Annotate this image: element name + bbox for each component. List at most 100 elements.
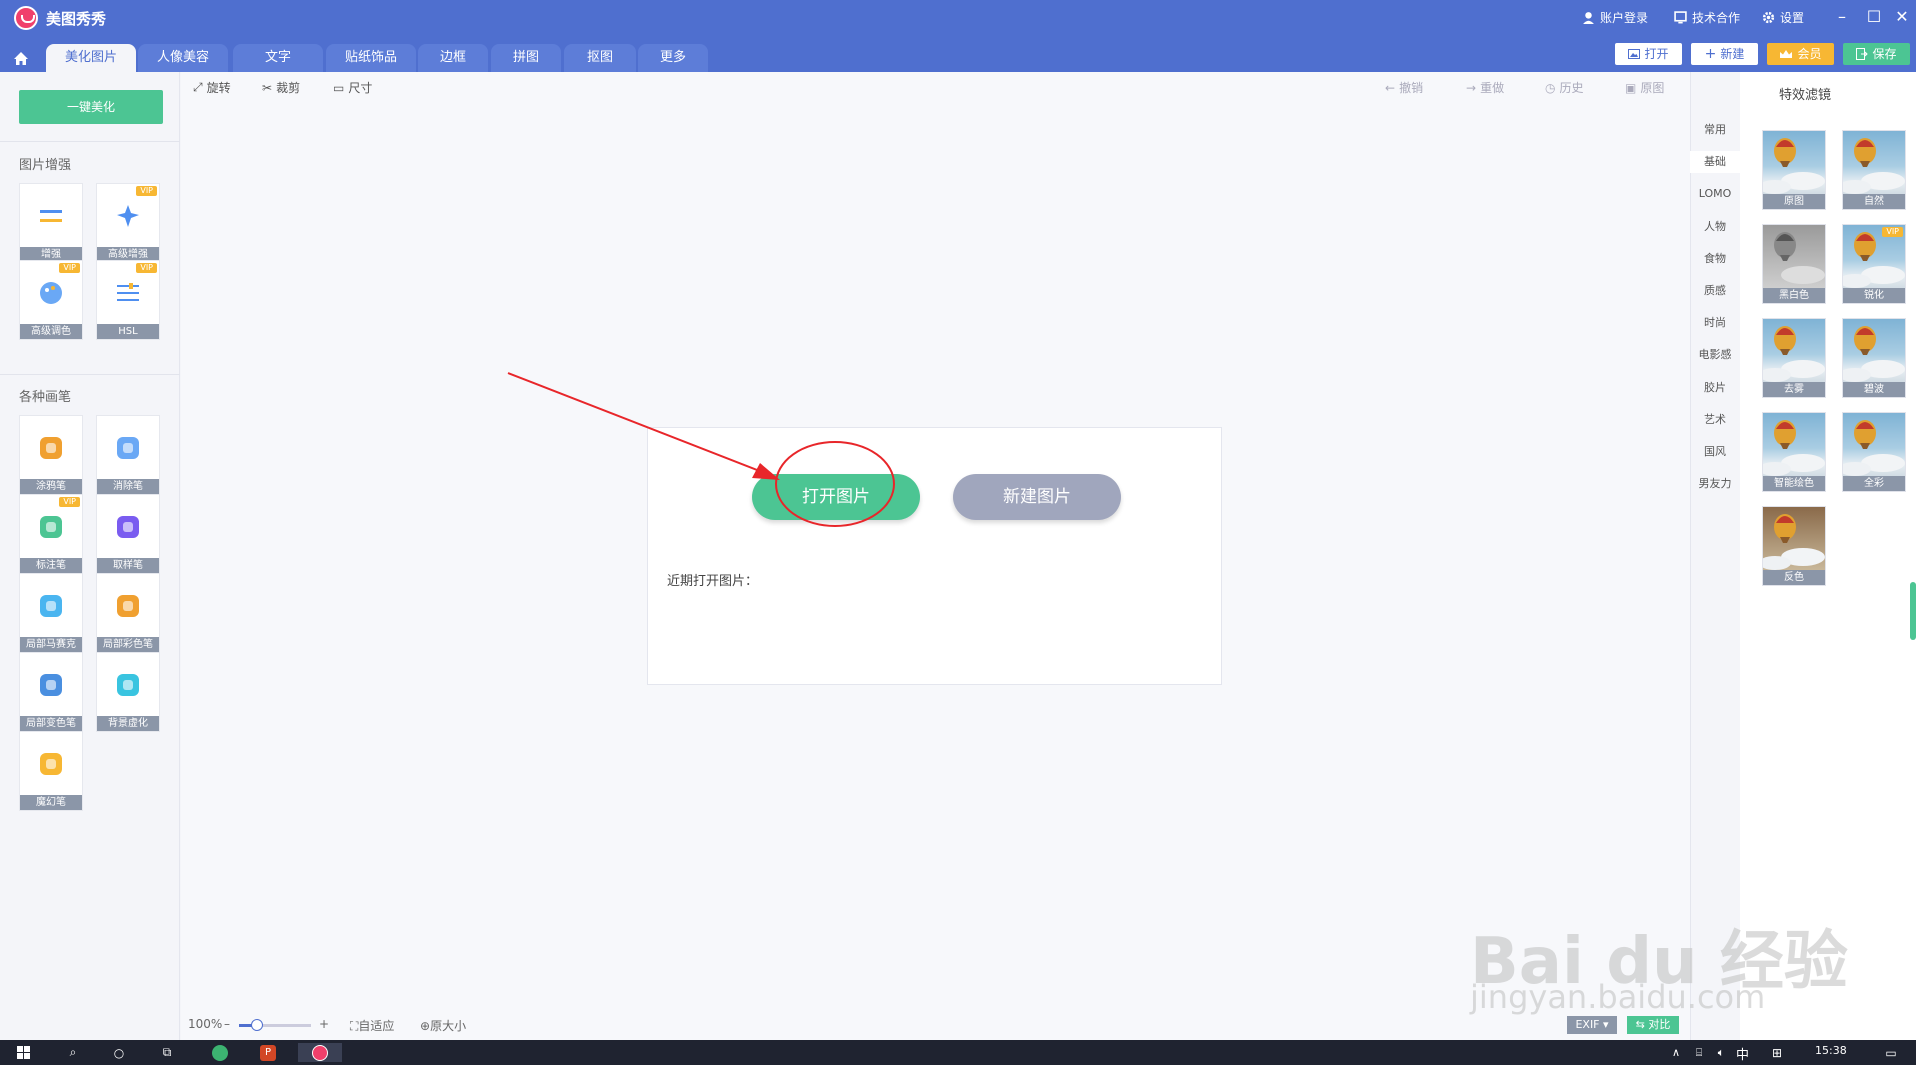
notification-icon[interactable]: ▭ <box>1880 1043 1902 1062</box>
brush-tool-2[interactable]: VIP 标注笔 <box>19 494 83 574</box>
brush-tool-4-icon <box>20 574 82 638</box>
header-vip-button[interactable]: 会员 <box>1767 43 1834 65</box>
filter-category-8[interactable]: 胶片 <box>1690 377 1740 399</box>
filter-category-6[interactable]: 时尚 <box>1690 312 1740 334</box>
enhance-tool-2[interactable]: VIP 高级调色 <box>19 260 83 340</box>
fit-button[interactable]: ⛶自适应 <box>350 1017 394 1034</box>
brush-tool-4[interactable]: 局部马赛克 <box>19 573 83 653</box>
filter-thumb-6[interactable]: 智能绘色 <box>1762 412 1826 492</box>
enhance-tool-0-icon <box>20 184 82 248</box>
filter-category-7[interactable]: 电影感 <box>1690 344 1740 366</box>
one-key-beautify-button[interactable]: 一键美化 <box>19 90 163 124</box>
tech-cooperation-link[interactable]: 技术合作 <box>1674 9 1740 26</box>
open-image-button[interactable]: 打开图片 <box>752 474 920 520</box>
enhance-tool-label: 高级调色 <box>20 324 82 339</box>
tab-text[interactable]: 文字 <box>233 44 323 72</box>
filter-category-9[interactable]: 艺术 <box>1690 409 1740 431</box>
filter-thumb-1[interactable]: 自然 <box>1842 130 1906 210</box>
resize-button[interactable]: ▭ 尺寸 <box>333 79 372 96</box>
filter-label: 黑白色 <box>1763 288 1825 303</box>
zoom-slider-knob[interactable] <box>251 1019 263 1031</box>
filter-category-1[interactable]: 基础 <box>1690 151 1740 174</box>
fit-label: 自适应 <box>358 1019 395 1033</box>
close-icon[interactable]: ✕ <box>1890 6 1914 28</box>
brush-tool-label: 局部彩色笔 <box>97 637 159 652</box>
crown-icon <box>1780 50 1793 58</box>
filter-category-0[interactable]: 常用 <box>1690 119 1740 141</box>
actual-size-button[interactable]: ⊕原大小 <box>420 1017 466 1034</box>
minimize-icon[interactable]: – <box>1830 6 1854 28</box>
filter-category-10[interactable]: 国风 <box>1690 441 1740 463</box>
windows-taskbar: ⌕ ○ ⧉ P ∧ ⌸ 🔈︎ 中 ⊞ 15:38 ▭ <box>0 1040 1916 1065</box>
powerpoint-app-icon[interactable]: P <box>256 1043 280 1062</box>
windows-start-icon[interactable] <box>14 1043 34 1062</box>
search-icon[interactable]: ⌕ <box>62 1043 84 1062</box>
tab-beautify[interactable]: 美化图片 <box>46 44 136 72</box>
filter-label: 自然 <box>1843 194 1905 209</box>
filter-thumb-8[interactable]: 反色 <box>1762 506 1826 586</box>
browser-app-icon[interactable] <box>208 1043 232 1062</box>
enhance-tool-label: HSL <box>97 324 159 339</box>
filter-category-11[interactable]: 男友力 <box>1690 473 1740 495</box>
account-login-link[interactable]: 账户登录 <box>1582 9 1648 26</box>
tab-cutout[interactable]: 抠图 <box>564 44 636 72</box>
zoom-out-button[interactable]: – <box>224 1017 230 1031</box>
filter-category-3[interactable]: 人物 <box>1690 216 1740 238</box>
filter-thumb-7[interactable]: 全彩 <box>1842 412 1906 492</box>
filter-thumb-2[interactable]: 黑白色 <box>1762 224 1826 304</box>
brush-tool-3[interactable]: 取样笔 <box>96 494 160 574</box>
header-new-button[interactable]: + 新建 <box>1691 43 1758 65</box>
windows-logo-icon <box>17 1045 30 1059</box>
history-button[interactable]: ◷ 历史 <box>1545 79 1584 96</box>
tab-collage[interactable]: 拼图 <box>491 44 561 72</box>
crop-button[interactable]: ✂ 裁剪 <box>262 79 300 96</box>
filter-category-4[interactable]: 食物 <box>1690 248 1740 270</box>
meitu-app-icon[interactable] <box>298 1043 342 1062</box>
keyboard-icon[interactable]: ⊞ <box>1766 1043 1788 1062</box>
tab-stickers[interactable]: 贴纸饰品 <box>326 44 416 72</box>
zoom-in-button[interactable]: + <box>319 1017 329 1031</box>
brush-tool-7[interactable]: 背景虚化 <box>96 652 160 732</box>
start-dialog <box>647 427 1222 685</box>
enhance-tool-0[interactable]: 增强 <box>19 183 83 263</box>
zoom-slider[interactable] <box>239 1019 311 1031</box>
header-save-button[interactable]: 保存 <box>1843 43 1910 65</box>
title-bar: 美图秀秀 账户登录 技术合作 设置 – ☐ ✕ <box>0 0 1916 34</box>
settings-link[interactable]: 设置 <box>1762 9 1804 26</box>
filter-category-5[interactable]: 质感 <box>1690 280 1740 302</box>
brush-tool-0[interactable]: 涂鸦笔 <box>19 415 83 495</box>
undo-button[interactable]: ← 撤销 <box>1385 79 1423 96</box>
brush-tool-1[interactable]: 消除笔 <box>96 415 160 495</box>
network-icon[interactable]: ⌸ <box>1690 1043 1708 1062</box>
home-button[interactable] <box>6 44 36 72</box>
header-open-button[interactable]: 打开 <box>1615 43 1682 65</box>
brush-tool-5[interactable]: 局部彩色笔 <box>96 573 160 653</box>
filter-thumb-4[interactable]: 去雾 <box>1762 318 1826 398</box>
tab-portrait[interactable]: 人像美容 <box>138 44 228 72</box>
panel-scroll-handle[interactable] <box>1910 582 1916 640</box>
resize-icon: ▭ <box>333 80 345 95</box>
filter-thumb-0[interactable]: 原图 <box>1762 130 1826 210</box>
enhance-tool-1[interactable]: VIP 高级增强 <box>96 183 160 263</box>
filter-category-2[interactable]: LOMO <box>1690 183 1740 205</box>
brush-tool-6[interactable]: 局部变色笔 <box>19 652 83 732</box>
original-button[interactable]: ▣ 原图 <box>1625 79 1664 96</box>
app-logo-icon <box>14 6 38 30</box>
export-icon <box>1856 48 1869 60</box>
tab-more[interactable]: 更多 <box>638 44 708 72</box>
volume-icon[interactable]: 🔈︎ <box>1712 1043 1730 1062</box>
enhance-tool-3[interactable]: VIP HSL <box>96 260 160 340</box>
filter-label: 全彩 <box>1843 476 1905 491</box>
tab-borders[interactable]: 边框 <box>418 44 488 72</box>
ime-indicator[interactable]: 中 <box>1736 1044 1749 1063</box>
brush-tool-8[interactable]: 魔幻笔 <box>19 731 83 811</box>
tray-expand-icon[interactable]: ∧ <box>1668 1043 1684 1062</box>
new-image-button[interactable]: 新建图片 <box>953 474 1121 520</box>
rotate-button[interactable]: ⤢ 旋转 <box>193 79 231 96</box>
maximize-icon[interactable]: ☐ <box>1862 6 1886 28</box>
redo-button[interactable]: → 重做 <box>1466 79 1504 96</box>
cortana-icon[interactable]: ○ <box>108 1043 130 1062</box>
filter-thumb-3[interactable]: VIP 锐化 <box>1842 224 1906 304</box>
task-view-icon[interactable]: ⧉ <box>156 1043 178 1062</box>
filter-thumb-5[interactable]: 碧波 <box>1842 318 1906 398</box>
